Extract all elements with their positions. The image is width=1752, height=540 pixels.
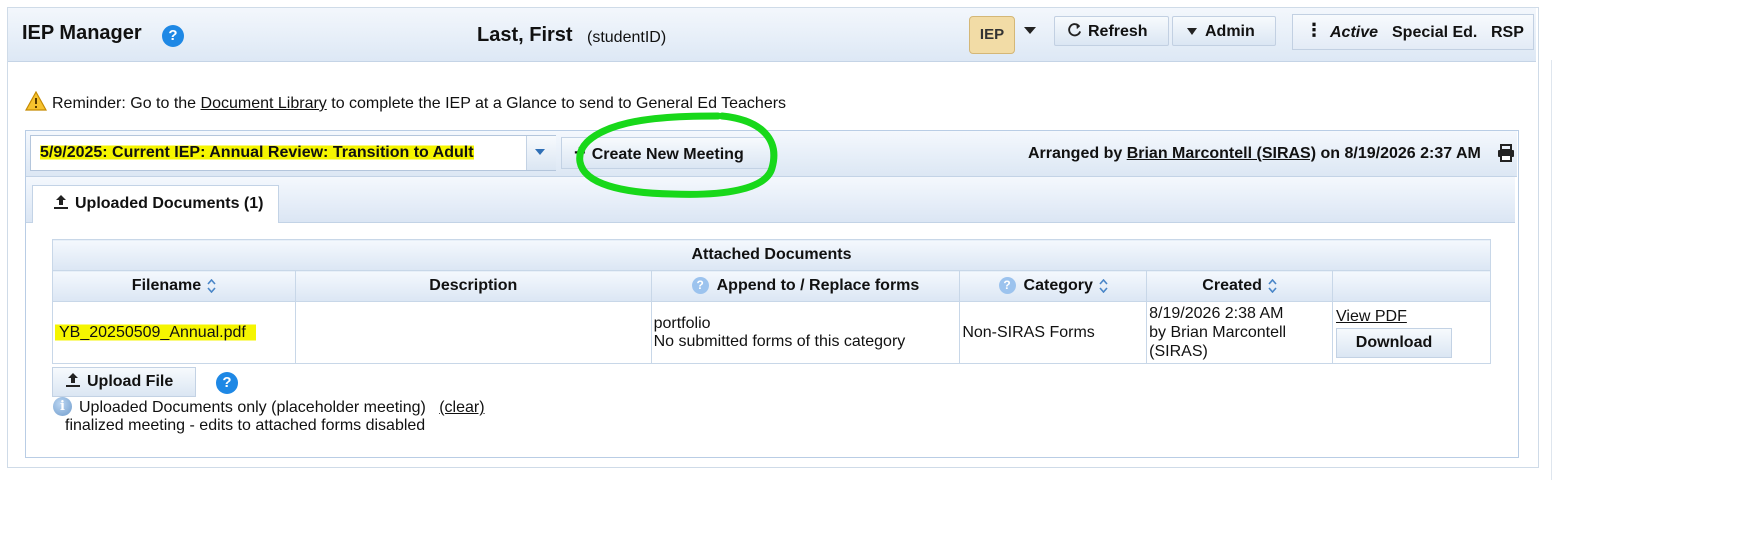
student-name: Last, First	[477, 24, 573, 46]
download-button[interactable]: Download	[1336, 327, 1453, 358]
cell-category: Non-SIRAS Forms	[959, 301, 1148, 364]
arranged-suffix: on 8/19/2026 2:37 AM	[1316, 145, 1481, 162]
column-header-actions	[1332, 270, 1491, 302]
cell-created: 8/19/2026 2:38 AM by Brian Marcontell (SIR…	[1146, 301, 1334, 364]
student-id: (studentID)	[587, 29, 667, 46]
iep-dropdown-caret-icon[interactable]	[1024, 27, 1036, 34]
chevron-down-icon	[1187, 28, 1197, 36]
iep-folder-icon[interactable]: IEP	[969, 16, 1015, 54]
arranged-by-link[interactable]: Brian Marcontell (SIRAS)	[1127, 145, 1316, 162]
info-icon: i	[53, 397, 72, 416]
table-caption: Attached Documents	[52, 239, 1491, 271]
kebab-menu-icon[interactable]: ⋮	[1305, 20, 1323, 41]
status-program: Special Ed.	[1392, 24, 1478, 41]
created-date: 8/19/2026 2:38 AM	[1149, 305, 1284, 322]
window-edge	[1551, 60, 1552, 480]
help-icon[interactable]: ?	[998, 277, 1016, 294]
refresh-icon	[1068, 23, 1082, 37]
created-by-org: (SIRAS)	[1149, 343, 1208, 360]
table-row: YB_20250509_Annual.pdf portfolio No submi…	[52, 301, 1491, 364]
tab-uploaded-documents[interactable]: Uploaded Documents (1)	[32, 185, 279, 223]
finalized-note: finalized meeting - edits to attached fo…	[65, 417, 426, 434]
admin-button[interactable]: Admin	[1172, 16, 1276, 46]
view-pdf-link[interactable]: View PDF	[1336, 308, 1407, 325]
cell-append: portfolio No submitted forms of this cate…	[650, 301, 961, 364]
warning-icon	[25, 91, 47, 111]
admin-label: Admin	[1205, 23, 1255, 40]
tab-label: Uploaded Documents (1)	[75, 195, 264, 212]
help-icon[interactable]: ?	[691, 277, 709, 294]
column-header-category[interactable]: ? Category	[959, 270, 1148, 302]
upload-file-label: Upload File	[87, 373, 174, 390]
status-rsp: RSP	[1491, 24, 1524, 41]
annotation-circle	[576, 112, 778, 198]
created-by: by Brian Marcontell	[1149, 324, 1287, 341]
column-header-created[interactable]: Created	[1146, 270, 1334, 302]
arranged-prefix: Arranged by	[1028, 145, 1127, 162]
print-icon[interactable]	[1497, 144, 1515, 162]
sort-icon[interactable]	[1099, 278, 1108, 293]
attached-documents-table: Attached Documents Filename Description …	[52, 239, 1491, 364]
column-label: Created	[1202, 277, 1262, 294]
chevron-down-icon[interactable]	[535, 149, 545, 155]
column-header-append: ? Append to / Replace forms	[650, 270, 961, 302]
column-header-description: Description	[294, 270, 652, 302]
cell-actions: View PDF Download	[1332, 301, 1491, 364]
help-icon[interactable]: ?	[216, 372, 238, 394]
column-label: Filename	[131, 277, 202, 294]
column-header-filename[interactable]: Filename	[52, 270, 296, 302]
placeholder-info-text: Uploaded Documents only (placeholder mee…	[79, 399, 426, 416]
arranged-by-text: Arranged by Brian Marcontell (SIRAS) on …	[1028, 145, 1481, 163]
clear-link[interactable]: (clear)	[439, 399, 484, 416]
column-label: Append to / Replace forms	[716, 277, 920, 294]
status-active: Active	[1330, 24, 1379, 41]
upload-icon	[54, 195, 68, 209]
document-library-link[interactable]: Document Library	[201, 95, 327, 112]
refresh-button[interactable]: Refresh	[1054, 16, 1169, 46]
append-note: No submitted forms of this category	[653, 332, 906, 350]
meeting-select-value[interactable]: 5/9/2025: Current IEP: Annual Review: Tr…	[40, 144, 474, 162]
placeholder-info: Uploaded Documents only (placeholder mee…	[79, 399, 485, 417]
cell-filename: YB_20250509_Annual.pdf	[52, 301, 296, 364]
reminder-prefix: Reminder: Go to the	[52, 95, 201, 112]
upload-file-button[interactable]: Upload File	[52, 367, 196, 397]
filename-text: YB_20250509_Annual.pdf	[55, 321, 256, 343]
app-title: IEP Manager	[22, 22, 142, 44]
sort-icon[interactable]	[1268, 278, 1277, 293]
cell-description	[294, 301, 652, 364]
upload-icon	[66, 373, 80, 387]
append-form: portfolio	[653, 314, 711, 332]
sort-icon[interactable]	[207, 278, 216, 293]
column-label: Category	[1023, 277, 1093, 294]
refresh-label: Refresh	[1088, 23, 1148, 40]
help-icon[interactable]: ?	[162, 25, 184, 47]
